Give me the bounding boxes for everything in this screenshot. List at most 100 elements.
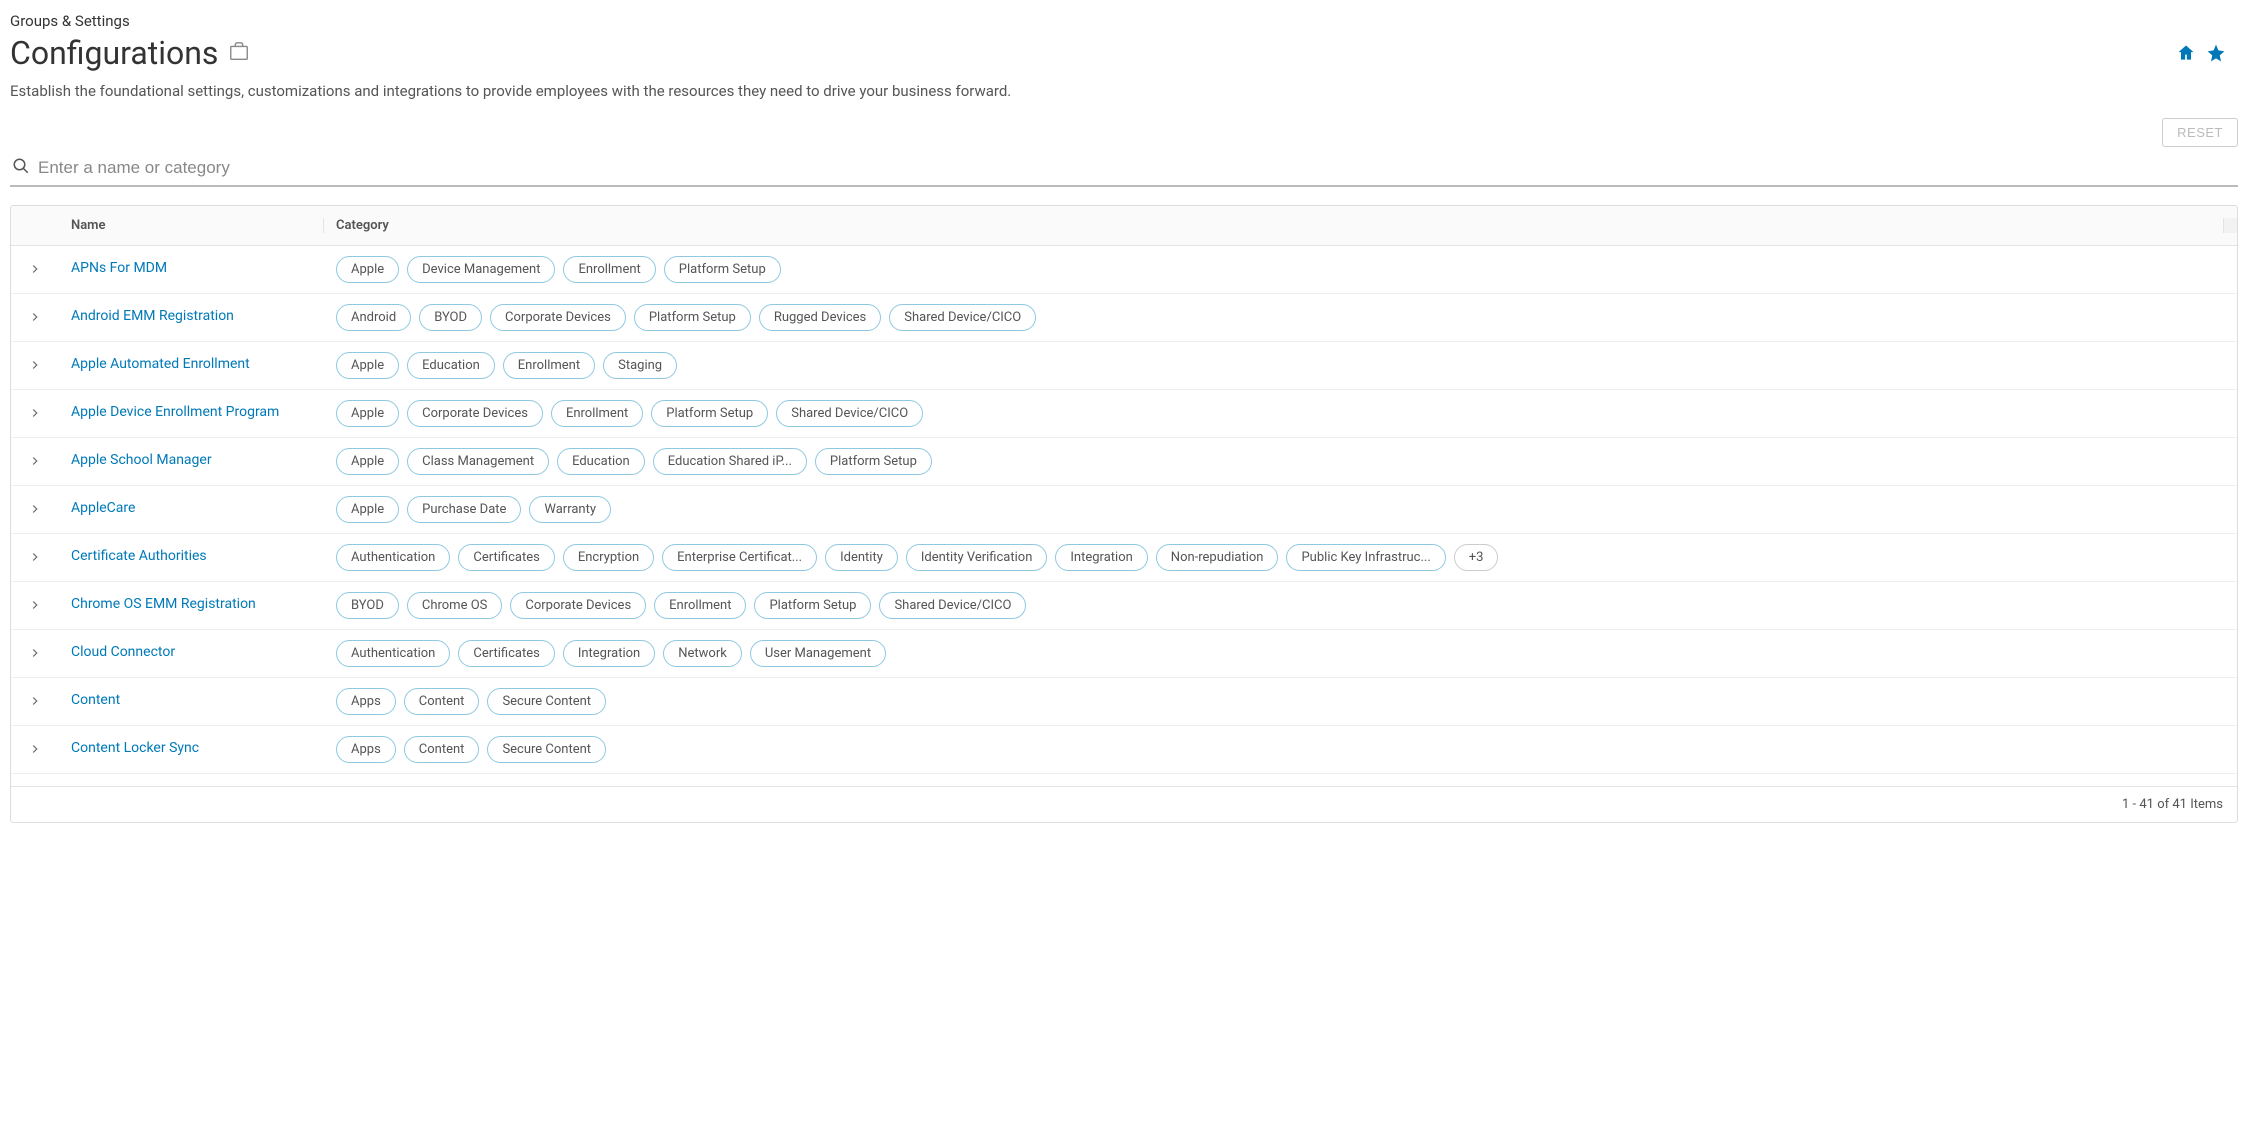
category-tag[interactable]: Apple (336, 352, 399, 379)
category-tag[interactable]: Platform Setup (754, 592, 871, 619)
category-tag[interactable]: Class Management (407, 448, 549, 475)
category-tag[interactable]: Staging (603, 352, 677, 379)
category-tag[interactable]: Secure Content (487, 688, 606, 715)
search-icon (12, 157, 30, 179)
category-tag[interactable]: Android (336, 304, 411, 331)
name-cell: Content (59, 688, 324, 708)
category-tag[interactable]: BYOD (419, 304, 482, 331)
category-tag[interactable]: Apple (336, 448, 399, 475)
scroll-gutter (2223, 218, 2237, 233)
category-tag[interactable]: Corporate Devices (510, 592, 646, 619)
chevron-right-icon[interactable] (28, 742, 42, 756)
chevron-right-icon[interactable] (28, 550, 42, 564)
category-tag[interactable]: Integration (1055, 544, 1147, 571)
config-link[interactable]: Content (71, 692, 120, 708)
category-tag[interactable]: Authentication (336, 544, 450, 571)
category-tag[interactable]: Integration (563, 640, 655, 667)
category-tag[interactable]: Platform Setup (651, 400, 768, 427)
name-cell: Certificate Authorities (59, 544, 324, 564)
reset-button[interactable]: RESET (2162, 118, 2238, 147)
category-tag[interactable]: Secure Content (487, 736, 606, 763)
category-tag[interactable]: Apple (336, 496, 399, 523)
chevron-right-icon[interactable] (28, 406, 42, 420)
category-tag[interactable]: Network (663, 640, 742, 667)
category-tag[interactable]: Encryption (563, 544, 654, 571)
category-tag[interactable]: Shared Device/CICO (879, 592, 1026, 619)
category-tag[interactable]: Enrollment (563, 256, 655, 283)
table-body[interactable]: APNs For MDM Apple Device Management Enroll… (11, 246, 2237, 786)
col-name-header[interactable]: Name (59, 218, 324, 233)
category-tag[interactable]: Certificates (458, 544, 554, 571)
category-tag[interactable]: Identity (825, 544, 898, 571)
category-cell: Android BYOD Corporate Devices Platform Set… (324, 304, 2237, 331)
category-tag[interactable]: Purchase Date (407, 496, 521, 523)
search-input[interactable] (38, 158, 2236, 178)
table-row: Cloud Connector Authentication Certificate… (11, 630, 2237, 678)
config-link[interactable]: Content Locker Sync (71, 740, 199, 756)
category-tag[interactable]: Enrollment (551, 400, 643, 427)
expand-cell (11, 352, 59, 372)
home-icon[interactable] (2176, 43, 2196, 63)
chevron-right-icon[interactable] (28, 358, 42, 372)
chevron-right-icon[interactable] (28, 502, 42, 516)
category-tag[interactable]: Education Shared iP... (653, 448, 807, 475)
config-link[interactable]: AppleCare (71, 500, 135, 516)
table-row: Apple School Manager Apple Class Managemen… (11, 438, 2237, 486)
chevron-right-icon[interactable] (28, 694, 42, 708)
config-link[interactable]: Apple Automated Enrollment (71, 356, 250, 372)
chevron-right-icon[interactable] (28, 310, 42, 324)
category-tag[interactable]: Apps (336, 688, 396, 715)
table-row: Content Apps Content Secure Content (11, 678, 2237, 726)
table-footer: 1 - 41 of 41 Items (11, 786, 2237, 822)
breadcrumb: Groups & Settings (10, 12, 2238, 30)
category-tag[interactable]: Platform Setup (634, 304, 751, 331)
chevron-right-icon[interactable] (28, 454, 42, 468)
category-tag[interactable]: Platform Setup (664, 256, 781, 283)
config-link[interactable]: Cloud Connector (71, 644, 175, 660)
category-tag[interactable]: Apple (336, 400, 399, 427)
category-tag[interactable]: Identity Verification (906, 544, 1048, 571)
category-tag[interactable]: Chrome OS (407, 592, 503, 619)
category-tag[interactable]: Public Key Infrastruc... (1286, 544, 1445, 571)
category-tag[interactable]: Platform Setup (815, 448, 932, 475)
config-link[interactable]: Android EMM Registration (71, 308, 234, 324)
expand-cell (11, 304, 59, 324)
chevron-right-icon[interactable] (28, 262, 42, 276)
category-cell: Apple Class Management Education Education … (324, 448, 2237, 475)
category-tag[interactable]: Shared Device/CICO (776, 400, 923, 427)
category-tag[interactable]: Shared Device/CICO (889, 304, 1036, 331)
title-left: Configurations (10, 34, 250, 72)
config-link[interactable]: Certificate Authorities (71, 548, 207, 564)
category-tag[interactable]: Certificates (458, 640, 554, 667)
title-row: Configurations (10, 34, 2238, 72)
category-tag[interactable]: Apple (336, 256, 399, 283)
config-link[interactable]: Chrome OS EMM Registration (71, 596, 256, 612)
category-tag[interactable]: Education (557, 448, 645, 475)
chevron-right-icon[interactable] (28, 598, 42, 612)
category-tag[interactable]: Content (404, 736, 480, 763)
category-tag[interactable]: Authentication (336, 640, 450, 667)
config-link[interactable]: APNs For MDM (71, 260, 167, 276)
category-tag[interactable]: Device Management (407, 256, 555, 283)
category-tag[interactable]: Education (407, 352, 495, 379)
config-link[interactable]: Apple School Manager (71, 452, 212, 468)
category-tag[interactable]: Content (404, 688, 480, 715)
config-link[interactable]: Apple Device Enrollment Program (71, 404, 279, 420)
star-icon[interactable] (2206, 43, 2226, 63)
category-tag[interactable]: Apps (336, 736, 396, 763)
category-tag[interactable]: User Management (750, 640, 886, 667)
category-tag[interactable]: Enrollment (654, 592, 746, 619)
page-title: Configurations (10, 34, 218, 72)
chevron-right-icon[interactable] (28, 646, 42, 660)
category-tag[interactable]: Enrollment (503, 352, 595, 379)
category-tag[interactable]: Enterprise Certificat... (662, 544, 817, 571)
more-tags[interactable]: +3 (1454, 544, 1499, 571)
category-tag[interactable]: Corporate Devices (490, 304, 626, 331)
category-tag[interactable]: BYOD (336, 592, 399, 619)
category-tag[interactable]: Warranty (529, 496, 611, 523)
name-cell: Apple Automated Enrollment (59, 352, 324, 372)
category-tag[interactable]: Non-repudiation (1156, 544, 1279, 571)
col-category-header[interactable]: Category (324, 218, 2223, 233)
category-tag[interactable]: Corporate Devices (407, 400, 543, 427)
category-tag[interactable]: Rugged Devices (759, 304, 881, 331)
